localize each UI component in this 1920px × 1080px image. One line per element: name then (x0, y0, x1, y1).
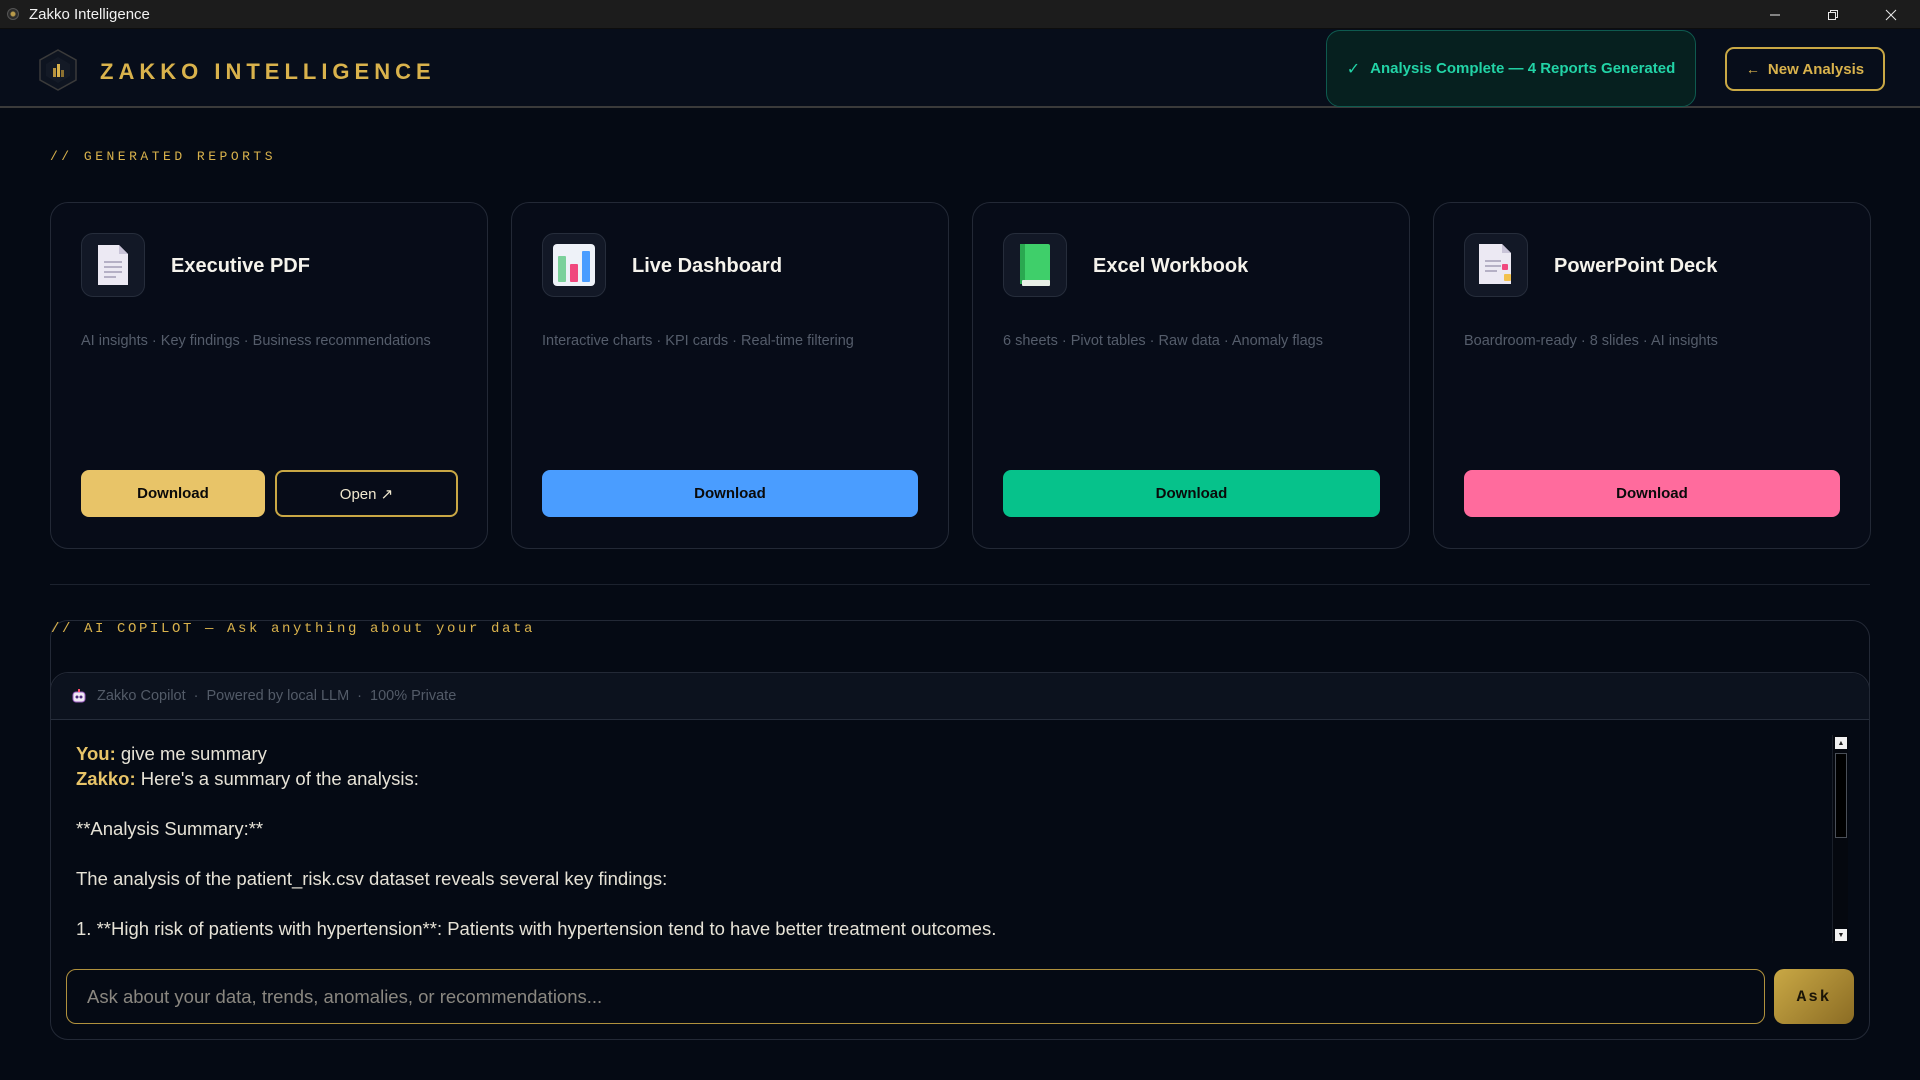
copilot-powered-by: Powered by local LLM (206, 688, 350, 704)
card-title: Live Dashboard (632, 255, 783, 277)
download-dashboard-button[interactable]: Download (542, 470, 918, 517)
new-analysis-label: New Analysis (1767, 60, 1865, 78)
app-header: ZAKKO INTELLIGENCE ✓ Analysis Complete —… (0, 29, 1920, 108)
report-card-powerpoint-deck: PowerPoint Deck Boardroom-ready · 8 slid… (1433, 202, 1871, 549)
card-title: PowerPoint Deck (1554, 255, 1718, 277)
scrollbar-thumb[interactable] (1835, 753, 1847, 838)
brand-title: ZAKKO INTELLIGENCE (100, 59, 436, 84)
report-card-executive-pdf: Executive PDF AI insights · Key findings… (50, 202, 488, 549)
separator-dot: · (357, 688, 363, 704)
scroll-down-icon[interactable]: ▼ (1835, 929, 1847, 941)
message-text: Here's a summary of the analysis: (135, 768, 419, 789)
message-speaker: Zakko: (76, 768, 136, 789)
reports-section-label: // GENERATED REPORTS (50, 149, 277, 164)
new-analysis-button[interactable]: ← New Analysis (1725, 47, 1885, 91)
robot-icon (71, 688, 87, 704)
green-book-icon (1003, 233, 1067, 297)
copilot-privacy: 100% Private (370, 688, 457, 704)
chat-message: Zakko: Here's a summary of the analysis: (76, 766, 1816, 791)
card-description: Interactive charts · KPI cards · Real-ti… (542, 333, 854, 349)
separator-dot: · (193, 688, 199, 704)
window-titlebar: Zakko Intelligence (0, 0, 1920, 29)
copilot-header: Zakko Copilot · Powered by local LLM · 1… (51, 673, 1869, 720)
ask-input[interactable] (66, 969, 1765, 1024)
copilot-name: Zakko Copilot (97, 688, 186, 704)
window-title: Zakko Intelligence (29, 5, 150, 23)
download-excel-button[interactable]: Download (1003, 470, 1380, 517)
window-controls (1746, 0, 1920, 29)
scroll-up-icon[interactable]: ▲ (1835, 737, 1847, 749)
card-title: Executive PDF (171, 255, 310, 277)
response-line: The analysis of the patient_risk.csv dat… (76, 868, 668, 889)
status-text: Analysis Complete — 4 Reports Generated (1370, 60, 1676, 77)
chat-history: You: give me summary Zakko: Here's a sum… (76, 741, 1816, 939)
message-text: give me summary (115, 743, 267, 764)
restore-icon[interactable] (1804, 0, 1862, 29)
checkmark-icon: ✓ (1346, 60, 1361, 78)
presentation-document-icon (1464, 233, 1528, 297)
ask-button[interactable]: Ask (1774, 969, 1854, 1024)
bar-chart-icon (542, 233, 606, 297)
card-title: Excel Workbook (1093, 255, 1249, 277)
chat-scrollbar[interactable]: ▲ ▼ (1832, 735, 1848, 943)
card-description: Boardroom-ready · 8 slides · AI insights (1464, 333, 1718, 349)
response-line: **Analysis Summary:** (76, 818, 264, 839)
section-divider (50, 584, 1870, 585)
copilot-panel: Zakko Copilot · Powered by local LLM · 1… (50, 672, 1870, 1040)
report-card-live-dashboard: Live Dashboard Interactive charts · KPI … (511, 202, 949, 549)
card-description: AI insights · Key findings · Business re… (81, 333, 431, 349)
download-pdf-button[interactable]: Download (81, 470, 265, 517)
logo-icon (39, 49, 77, 91)
response-line: 1. **High risk of patients with hyperten… (76, 918, 997, 939)
report-card-excel-workbook: Excel Workbook 6 sheets · Pivot tables ·… (972, 202, 1410, 549)
chat-message: You: give me summary (76, 741, 1816, 766)
download-powerpoint-button[interactable]: Download (1464, 470, 1840, 517)
app-icon (7, 8, 19, 20)
document-icon (81, 233, 145, 297)
analysis-status-badge: ✓ Analysis Complete — 4 Reports Generate… (1326, 30, 1696, 107)
close-icon[interactable] (1862, 0, 1920, 29)
minimize-icon[interactable] (1746, 0, 1804, 29)
back-arrow-icon: ← (1745, 61, 1760, 77)
open-pdf-button[interactable]: Open ↗ (275, 470, 458, 517)
message-speaker: You: (76, 743, 116, 764)
card-description: 6 sheets · Pivot tables · Raw data · Ano… (1003, 333, 1323, 349)
